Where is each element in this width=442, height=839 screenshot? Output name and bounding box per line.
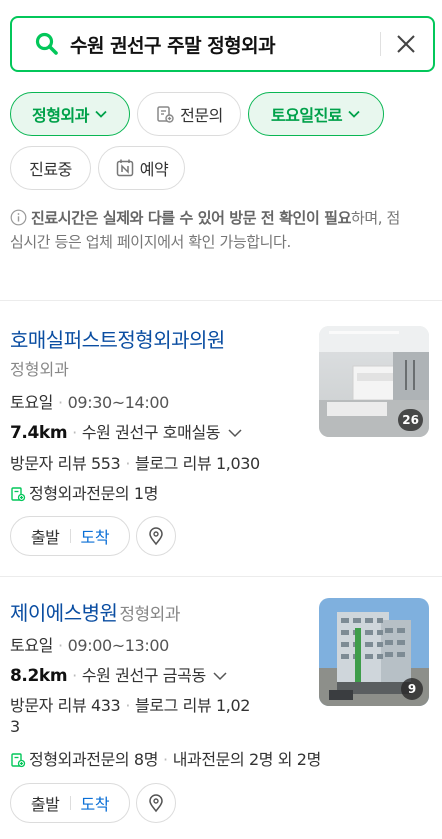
search-bar[interactable]: 수원 권선구 주말 정형외과: [10, 16, 435, 72]
specialist-info: 정형외과전문의 8명 · 내과전문의 2명 외 2명: [10, 746, 321, 770]
chip-label: 토요일진료: [270, 106, 343, 125]
chevron-down-icon: [95, 110, 107, 118]
chip-label: 전문의: [180, 106, 223, 125]
route-button[interactable]: 출발 도착: [10, 783, 130, 823]
visitor-reviews[interactable]: 방문자 리뷰 553: [10, 454, 121, 473]
map-pin-icon: [149, 527, 163, 546]
chevron-down-icon[interactable]: [227, 427, 243, 439]
divider: [380, 32, 381, 56]
location-row[interactable]: 8.2km · 수원 권선구 금곡동: [10, 662, 228, 686]
place-photo[interactable]: 26: [319, 326, 429, 437]
filter-chip-booking[interactable]: 예약: [98, 146, 185, 190]
dot-separator: ·: [57, 636, 63, 655]
photo-count-badge: 9: [401, 678, 423, 700]
map-pin-button[interactable]: [136, 783, 176, 823]
divider: [69, 529, 71, 543]
location-row[interactable]: 7.4km · 수원 권선구 호매실동: [10, 419, 243, 443]
filter-chip-open-now[interactable]: 진료중: [10, 146, 91, 190]
photo-count-badge: 26: [398, 409, 423, 431]
specialist-extra: 내과전문의 2명 외 2명: [172, 750, 322, 769]
divider: [69, 796, 71, 810]
dot-separator: ·: [163, 750, 168, 769]
visitor-reviews[interactable]: 방문자 리뷰 433: [10, 696, 121, 715]
notice-bold: 진료시간은 실제와 다를 수 있어 방문 전 확인이 필요: [31, 209, 351, 227]
hours-time: 09:00~13:00: [67, 636, 170, 655]
specialist-count: 정형외과전문의 1명: [29, 484, 159, 503]
review-counts: 방문자 리뷰 433 · 블로그 리뷰 1,02: [10, 692, 250, 716]
chip-label: 진료중: [29, 160, 72, 179]
distance: 8.2km: [10, 666, 68, 686]
business-hours: 토요일 · 09:30~14:00: [10, 389, 169, 413]
doctor-badge-icon: [11, 487, 26, 502]
depart-button[interactable]: 출발: [31, 524, 60, 548]
naver-booking-icon: [116, 159, 134, 177]
section-divider: [0, 300, 442, 301]
blog-reviews-wrap: 3: [10, 717, 20, 736]
specialist-count: 정형외과전문의 8명: [29, 750, 159, 769]
search-input[interactable]: 수원 권선구 주말 정형외과: [70, 31, 380, 58]
place-category: 정형외과: [10, 360, 69, 379]
arrive-button[interactable]: 도착: [81, 524, 110, 548]
blog-reviews[interactable]: 블로그 리뷰 1,02: [135, 696, 250, 715]
specialist-info: 정형외과전문의 1명: [10, 480, 158, 504]
filter-chip-specialist[interactable]: 전문의: [137, 92, 241, 136]
dot-separator: ·: [72, 666, 77, 685]
hours-day: 토요일: [10, 393, 53, 412]
hours-notice: 진료시간은 실제와 다를 수 있어 방문 전 확인이 필요하며, 점심시간 등은…: [10, 206, 410, 254]
hours-time: 09:30~14:00: [67, 393, 170, 412]
filter-chip-orthopedics[interactable]: 정형외과: [10, 92, 130, 136]
arrive-button[interactable]: 도착: [81, 791, 110, 815]
chevron-down-icon[interactable]: [212, 670, 228, 682]
section-divider: [0, 576, 442, 577]
place-name-link[interactable]: 제이에스병원: [10, 601, 118, 625]
depart-button[interactable]: 출발: [31, 791, 60, 815]
place-category: 정형외과: [119, 605, 180, 625]
route-button[interactable]: 출발 도착: [10, 516, 130, 556]
blog-reviews[interactable]: 블로그 리뷰 1,030: [135, 454, 260, 473]
chip-label: 예약: [139, 160, 169, 179]
chip-label: 정형외과: [32, 106, 89, 125]
distance: 7.4km: [10, 423, 68, 443]
doctor-badge-icon: [11, 753, 26, 768]
place-photo[interactable]: 9: [319, 598, 429, 706]
map-pin-button[interactable]: [136, 516, 176, 556]
filter-chip-saturday[interactable]: 토요일진료: [248, 92, 384, 136]
dot-separator: ·: [125, 454, 130, 473]
info-icon: [10, 209, 27, 226]
close-icon[interactable]: [395, 33, 417, 55]
chevron-down-icon: [348, 110, 360, 118]
address: 수원 권선구 호매실동: [81, 423, 221, 442]
hours-day: 토요일: [10, 636, 53, 655]
business-hours: 토요일 · 09:00~13:00: [10, 632, 169, 656]
address: 수원 권선구 금곡동: [81, 666, 206, 685]
dot-separator: ·: [125, 696, 130, 715]
place-title-row: 제이에스병원 정형외과: [10, 597, 180, 626]
dot-separator: ·: [57, 393, 63, 412]
dot-separator: ·: [72, 423, 77, 442]
map-pin-icon: [149, 794, 163, 813]
search-icon[interactable]: [34, 31, 60, 57]
doctor-badge-icon: [157, 106, 174, 123]
place-name-link[interactable]: 호매실퍼스트정형외과의원: [10, 324, 225, 353]
review-counts: 방문자 리뷰 553 · 블로그 리뷰 1,030: [10, 450, 260, 474]
